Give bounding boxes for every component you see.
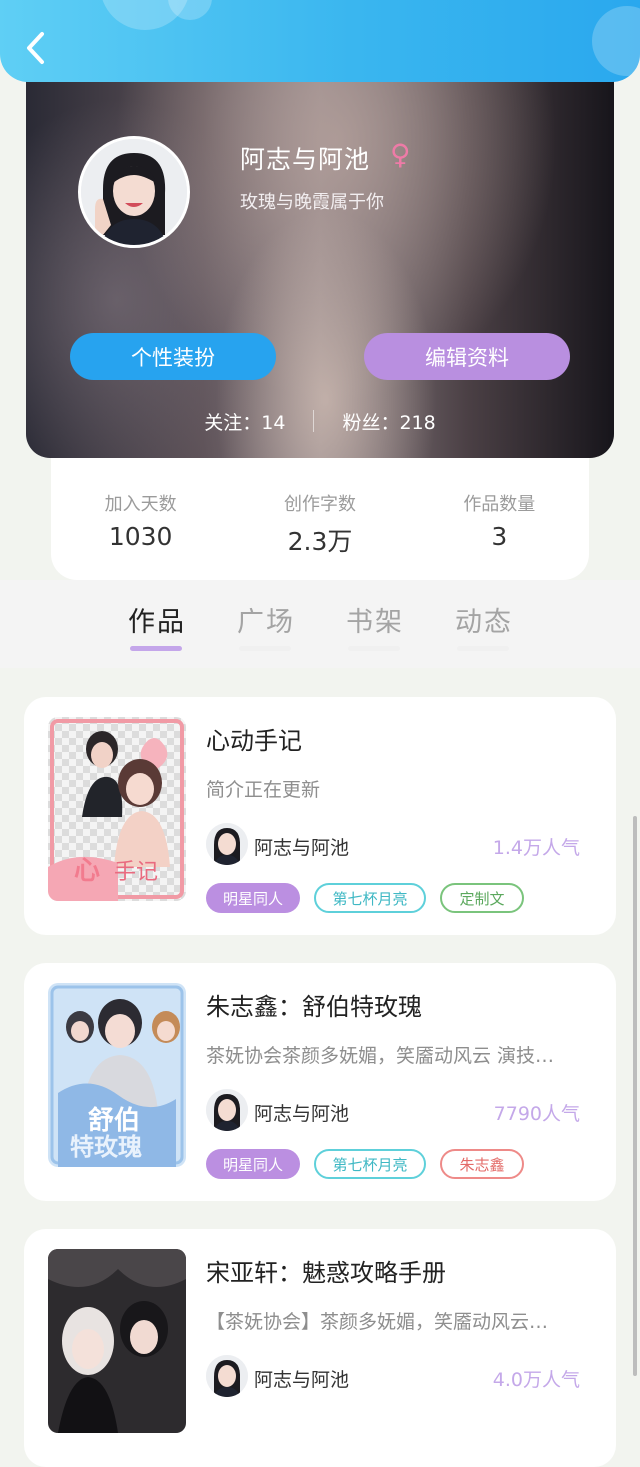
author-name[interactable]: 阿志与阿池 [254,1365,349,1392]
tag[interactable]: 第七杯月亮 [314,883,426,913]
stat-value: 3 [491,522,508,551]
back-button[interactable] [18,26,52,70]
author-avatar-image [206,1355,248,1397]
fans-count: 218 [399,411,436,434]
chevron-left-icon [27,32,44,64]
top-header-bar [0,0,640,82]
popularity-count: 7790人气 [493,1103,580,1125]
following-stat[interactable]: 关注：14 [204,408,285,435]
author-avatar-image [206,823,248,865]
tab-label: 书架 [346,607,404,638]
stat-word-count: 创作字数 2.3万 [240,490,400,558]
stat-label: 加入天数 [104,494,177,515]
scrollbar[interactable] [633,816,637,1376]
tab-activity[interactable]: 动态 [455,600,513,651]
tag[interactable]: 明星同人 [206,1149,300,1179]
work-title[interactable]: 宋亚轩：魅惑攻略手册 [206,1253,446,1288]
tab-label: 作品 [128,607,186,638]
stat-works-count: 作品数量 3 [419,490,579,551]
stat-value: 1030 [108,522,173,551]
work-cover[interactable]: 心 手记 [48,717,186,901]
personal-dress-button[interactable]: 个性装扮 [70,333,276,380]
cover-image [48,1249,186,1433]
cover-image: 心 手记 [48,717,186,901]
svg-text:心: 心 [74,856,100,886]
work-description: 【茶妩协会】茶颜多妩媚，笑靥动风云… [206,1311,549,1333]
svg-text:舒伯: 舒伯 [88,1105,140,1136]
tab-underline [130,646,182,651]
divider [313,410,315,432]
tab-works[interactable]: 作品 [128,600,186,651]
svg-text:特玫瑰: 特玫瑰 [70,1133,142,1161]
work-title[interactable]: 朱志鑫：舒伯特玫瑰 [206,987,422,1022]
stat-join-days: 加入天数 1030 [61,490,221,551]
avatar[interactable] [78,136,190,248]
author-avatar-image [206,1089,248,1131]
stat-label: 作品数量 [463,494,536,515]
tab-square[interactable]: 广场 [237,600,295,651]
tag[interactable]: 定制文 [440,883,524,913]
profile-card: 阿志与阿池 ♀ 玫瑰与晚霞属于你 个性装扮 编辑资料 关注：14 粉丝：218 [26,70,614,458]
cover-image: 舒伯 特玫瑰 [48,983,186,1167]
tag[interactable]: 明星同人 [206,883,300,913]
work-title[interactable]: 心动手记 [206,721,302,756]
author-name[interactable]: 阿志与阿池 [254,1099,349,1126]
following-label: 关注： [204,411,262,434]
profile-username: 阿志与阿池 [240,145,371,174]
work-cover[interactable]: 舒伯 特玫瑰 [48,983,186,1167]
author-avatar[interactable] [206,1089,248,1131]
follow-stats-row: 关注：14 粉丝：218 [26,406,614,436]
tag[interactable]: 朱志鑫 [440,1149,524,1179]
fans-stat[interactable]: 粉丝：218 [342,408,435,435]
stats-card: 加入天数 1030 创作字数 2.3万 作品数量 3 [51,440,589,580]
tab-underline [239,646,291,651]
stat-value: 2.3万 [287,527,353,556]
work-card[interactable]: 宋亚轩：魅惑攻略手册 【茶妩协会】茶颜多妩媚，笑靥动风云… 阿志与阿池 4.0万… [24,1229,616,1467]
author-name[interactable]: 阿志与阿池 [254,833,349,860]
following-count: 14 [261,411,286,434]
female-gender-icon: ♀ [390,138,411,171]
author-avatar[interactable] [206,823,248,865]
work-description: 茶妩协会茶颜多妩媚，笑靥动风云 演技… [206,1045,555,1067]
popularity-count: 1.4万人气 [492,837,580,859]
tab-bar: 作品 广场 书架 动态 [0,580,640,668]
work-card[interactable]: 心 手记 心动手记 简介正在更新 阿志与阿池 1.4万人气 明星同人 第七杯月亮… [24,697,616,935]
tab-bookshelf[interactable]: 书架 [346,600,404,651]
tag[interactable]: 第七杯月亮 [314,1149,426,1179]
tab-underline [348,646,400,651]
tab-label: 动态 [455,607,513,638]
avatar-portrait [81,139,187,245]
popularity-count: 4.0万人气 [492,1369,580,1391]
fans-label: 粉丝： [342,411,400,434]
stat-label: 创作字数 [283,494,356,515]
decor-bubble [592,6,640,76]
author-avatar[interactable] [206,1355,248,1397]
edit-profile-button[interactable]: 编辑资料 [364,333,570,380]
profile-bio: 玫瑰与晚霞属于你 [240,192,384,213]
work-cover[interactable] [48,1249,186,1433]
work-card[interactable]: 舒伯 特玫瑰 朱志鑫：舒伯特玫瑰 茶妩协会茶颜多妩媚，笑靥动风云 演技… 阿志与… [24,963,616,1201]
work-description: 简介正在更新 [206,779,321,801]
svg-text:手记: 手记 [114,860,158,885]
tab-underline [457,646,509,651]
tab-label: 广场 [237,607,295,638]
